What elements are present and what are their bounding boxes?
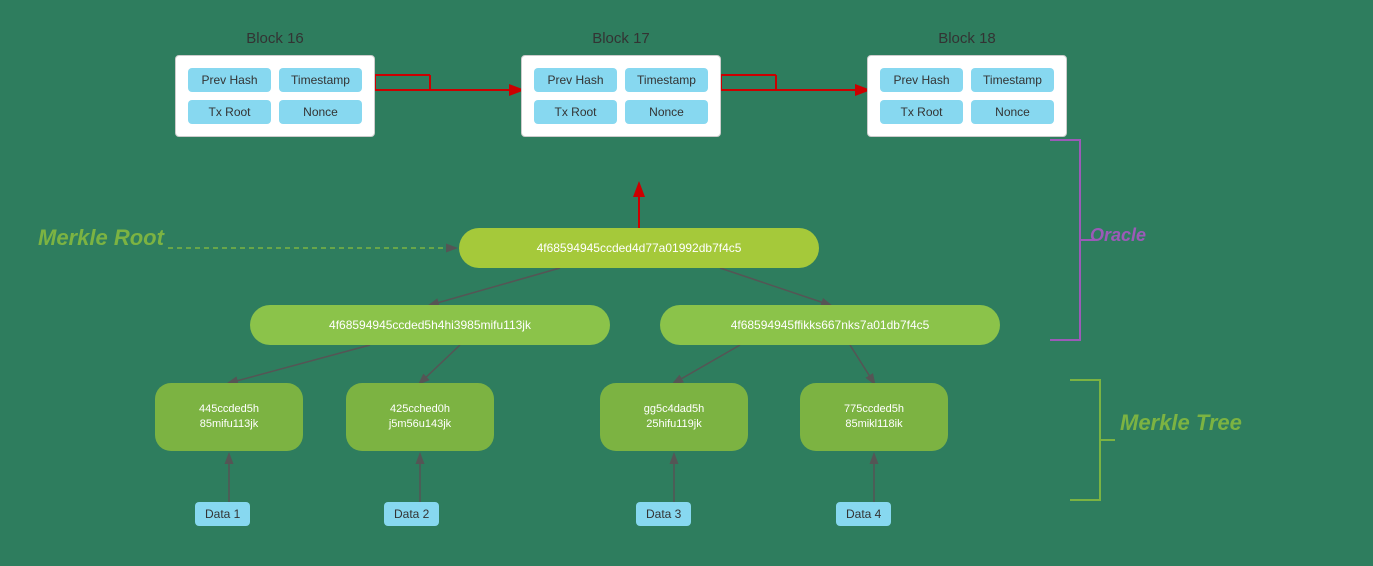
block18-txroot: Tx Root [880,100,963,124]
leaf-hash-1: 445ccded5h85mifu113jk [155,383,303,451]
block16-txroot: Tx Root [188,100,271,124]
merkle-tree-label: Merkle Tree [1120,410,1242,436]
merkle-root-label: Merkle Root [38,225,164,251]
block18-prevhash: Prev Hash [880,68,963,92]
leaf-hash-3: gg5c4dad5h25hifu119jk [600,383,748,451]
data-box-2: Data 2 [384,502,439,526]
leaf-hash-4: 775ccded5h85mikl118ik [800,383,948,451]
block18-nonce: Nonce [971,100,1054,124]
data-box-4: Data 4 [836,502,891,526]
block17-txroot: Tx Root [534,100,617,124]
data-box-3: Data 3 [636,502,691,526]
block17-nonce: Nonce [625,100,708,124]
block16-nonce: Nonce [279,100,362,124]
data-box-1: Data 1 [195,502,250,526]
merkle-root-hash: 4f68594945ccded4d77a01992db7f4c5 [459,228,819,268]
block17-timestamp: Timestamp [625,68,708,92]
block16-title: Block 16 [175,30,375,47]
block17-prevhash: Prev Hash [534,68,617,92]
block16-timestamp: Timestamp [279,68,362,92]
leaf-hash-2: 425cched0hj5m56u143jk [346,383,494,451]
block16-prevhash: Prev Hash [188,68,271,92]
mid-hash-left: 4f68594945ccded5h4hi3985mifu113jk [250,305,610,345]
mid-hash-right: 4f68594945ffikks667nks7a01db7f4c5 [660,305,1000,345]
block18-title: Block 18 [867,30,1067,47]
oracle-label: Oracle [1090,225,1146,246]
block17-title: Block 17 [521,30,721,47]
block18-timestamp: Timestamp [971,68,1054,92]
